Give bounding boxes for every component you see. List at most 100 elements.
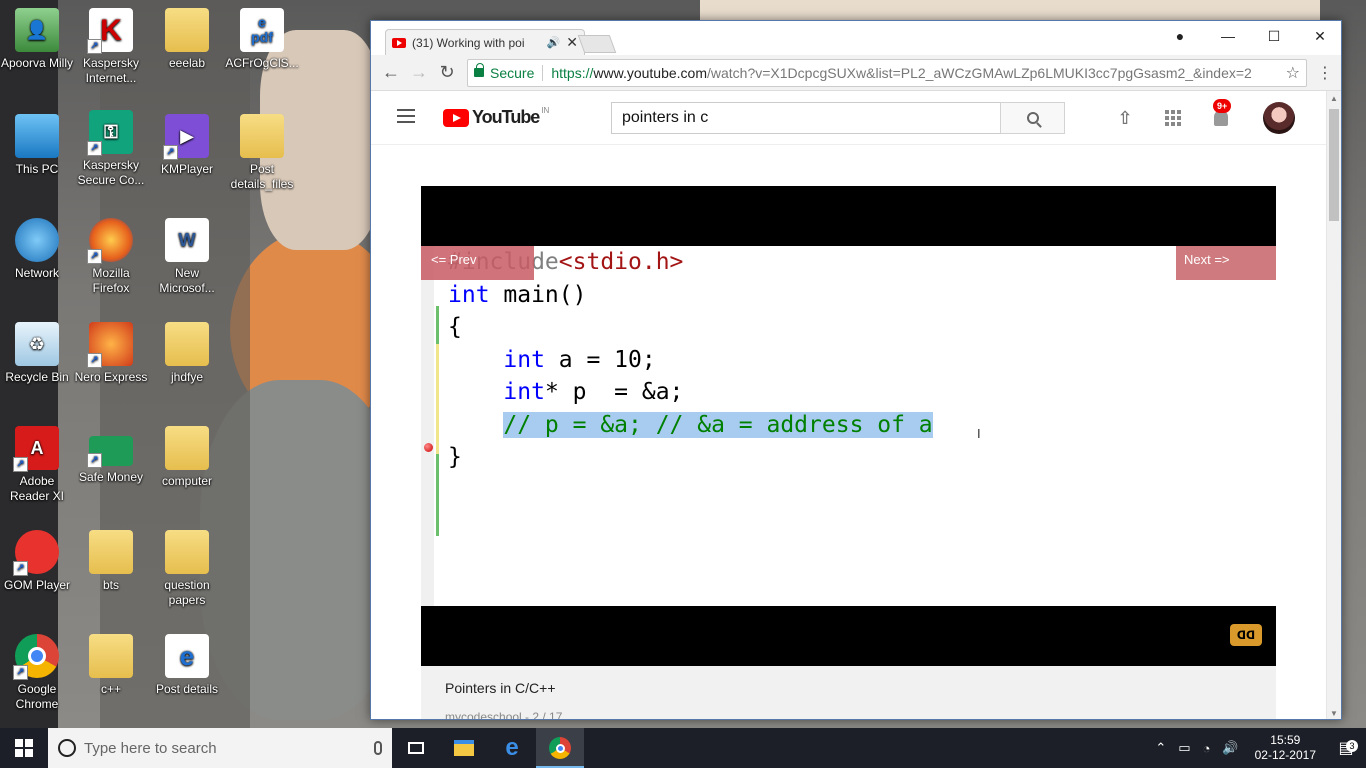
desktop-icon-new-word-doc[interactable]: W New Microsof... (150, 218, 224, 296)
wifi-icon[interactable]: ◔ (1203, 741, 1211, 756)
volume-icon[interactable]: 🔊 (1222, 740, 1238, 756)
code-text: { (448, 314, 462, 340)
playlist-title[interactable]: Pointers in C/C++ (445, 680, 1252, 696)
code-keyword: int (448, 281, 490, 308)
chrome-menu-icon[interactable]: ⋮ (1315, 63, 1335, 83)
code-keyword: int (503, 379, 545, 405)
bookmark-star-icon[interactable]: ☆ (1286, 63, 1300, 83)
close-tab-icon[interactable]: ✕ (566, 34, 578, 51)
desktop-icon-post-details-files[interactable]: Post details_files (225, 114, 299, 192)
search-input[interactable] (611, 102, 1001, 134)
desktop-icon-bts[interactable]: bts (74, 530, 148, 593)
desktop-icon-label: Mozilla Firefox (92, 266, 130, 295)
desktop-icon-apoorva-milly[interactable]: 👤 Apoorva Milly (0, 8, 74, 71)
show-hidden-icons-chevron-icon[interactable]: ⌃ (1155, 740, 1166, 756)
desktop-icon-label: KMPlayer (160, 162, 213, 176)
scroll-down-icon[interactable]: ▼ (1330, 709, 1338, 718)
notification-count: 3 (1346, 740, 1358, 752)
search-button[interactable] (1000, 102, 1065, 134)
desktop-icon-this-pc[interactable]: This PC (0, 114, 74, 177)
network-globe-icon (15, 218, 59, 262)
taskbar-search-placeholder: Type here to search (84, 739, 217, 757)
desktop-icon-eeelab[interactable]: eeelab (150, 8, 224, 71)
channel-watermark-icon[interactable]: ᗡᗡ (1230, 624, 1262, 646)
desktop-icon-cpp[interactable]: c++ (74, 634, 148, 697)
prev-video-button[interactable]: <= Prev (421, 246, 534, 280)
desktop-icon-computer[interactable]: computer (150, 426, 224, 489)
back-button[interactable]: ← (377, 59, 405, 87)
apps-icon[interactable] (1162, 107, 1184, 129)
microphone-icon[interactable] (374, 741, 382, 755)
task-view-button[interactable] (392, 728, 440, 768)
desktop-icon-network[interactable]: Network (0, 218, 74, 281)
desktop-icon-label: Safe Money (78, 470, 144, 484)
change-marker-green (436, 454, 439, 536)
desktop-icon-label: Post details_files (230, 162, 294, 191)
guide-menu-icon[interactable] (397, 109, 415, 123)
youtube-favicon-icon (392, 37, 406, 48)
system-tray: ⌃ ▭ ◔ 🔊 15:59 02-12-2017 ▤ 3 (1149, 728, 1366, 768)
account-avatar[interactable] (1263, 102, 1295, 134)
desktop-icon-question-papers[interactable]: question papers (150, 530, 224, 608)
desktop-icon-jhdfye[interactable]: jhdfye (150, 322, 224, 385)
code-block: #include<stdio.h> int main() { int a = 1… (448, 246, 933, 474)
safe-money-card-icon (87, 436, 133, 468)
scroll-up-icon[interactable]: ▲ (1330, 94, 1338, 103)
desktop-icon-safe-money[interactable]: Safe Money (74, 426, 148, 485)
desktop-icon-label: New Microsof... (159, 266, 215, 295)
url-scheme: https:// (551, 64, 594, 81)
minimize-button[interactable]: — (1205, 21, 1251, 51)
scrollbar-thumb[interactable] (1329, 109, 1339, 221)
profile-icon[interactable]: ● (1157, 21, 1203, 51)
taskbar-search-box[interactable]: Type here to search (48, 728, 392, 768)
upload-icon[interactable]: ⇧ (1114, 107, 1136, 129)
desktop-icon-adobe-reader[interactable]: A Adobe Reader XI (0, 426, 74, 504)
desktop-icon-label: jhdfye (170, 370, 204, 384)
edge-html-icon: e (165, 634, 209, 678)
edge-pdf-icon: e pdf (240, 8, 284, 52)
kaspersky-icon: K (87, 8, 133, 54)
desktop-icon-acfrogcls[interactable]: e pdf ACFrOgClS... (225, 8, 299, 71)
address-bar[interactable]: Secure https:// www.youtube.com /watch?v… (467, 58, 1307, 87)
desktop-icon-post-details[interactable]: e Post details (150, 634, 224, 697)
clock[interactable]: 15:59 02-12-2017 (1255, 733, 1316, 763)
desktop-icon-nero-express[interactable]: Nero Express (74, 322, 148, 385)
audio-playing-icon[interactable]: 🔊 (547, 36, 561, 49)
new-tab-button[interactable] (577, 35, 617, 53)
desktop-icon-kmplayer[interactable]: ▶ KMPlayer (150, 114, 224, 177)
desktop-icon-gom-player[interactable]: GOM Player (0, 530, 74, 593)
word-document-icon: W (165, 218, 209, 262)
notifications-badge: 9+ (1213, 99, 1232, 113)
search-icon (1026, 112, 1039, 124)
window-titlebar[interactable]: (31) Working with poi 🔊 ✕ ● — ☐ ✕ (371, 21, 1341, 55)
youtube-logo[interactable]: YouTube IN (443, 106, 549, 128)
battery-icon[interactable]: ▭ (1178, 740, 1190, 756)
action-center-button[interactable]: ▤ 3 (1326, 738, 1366, 758)
chrome-icon (549, 737, 571, 759)
next-video-button[interactable]: Next => (1176, 246, 1276, 280)
close-window-button[interactable]: ✕ (1297, 21, 1341, 51)
page-scrollbar[interactable]: ▲ ▼ (1326, 91, 1341, 719)
desktop-icon-label: bts (102, 578, 119, 592)
desktop-icon-google-chrome[interactable]: Google Chrome (0, 634, 74, 712)
file-explorer-button[interactable] (440, 728, 488, 768)
forward-button[interactable]: → (405, 59, 433, 87)
youtube-header: YouTube IN ⇧ 9+ (371, 91, 1331, 145)
browser-tab[interactable]: (31) Working with poi 🔊 ✕ (385, 29, 585, 55)
edge-button[interactable]: e (488, 728, 536, 768)
reload-button[interactable]: ↻ (433, 59, 461, 87)
tab-title: (31) Working with poi (412, 35, 525, 50)
start-button[interactable] (0, 728, 48, 768)
chrome-taskbar-button[interactable] (536, 728, 584, 768)
maximize-button[interactable]: ☐ (1251, 21, 1297, 51)
desktop-icon-label: Recycle Bin (5, 370, 69, 384)
video-player[interactable]: #include<stdio.h> int main() { int a = 1… (421, 186, 1276, 666)
playlist-panel[interactable]: Pointers in C/C++ mycodeschool - 2 / 17 (421, 666, 1276, 719)
desktop-icon-firefox[interactable]: Mozilla Firefox (74, 218, 148, 296)
desktop-icon-kaspersky-internet[interactable]: K Kaspersky Internet... (74, 8, 148, 86)
secure-label: Secure (490, 64, 544, 81)
desktop-icon-label: computer (161, 474, 213, 488)
desktop-icon-recycle-bin[interactable]: ♻ Recycle Bin (0, 322, 74, 385)
desktop-icon-kaspersky-secure[interactable]: ⚿ Kaspersky Secure Co... (74, 110, 148, 188)
code-header: <stdio.h> (558, 249, 684, 275)
